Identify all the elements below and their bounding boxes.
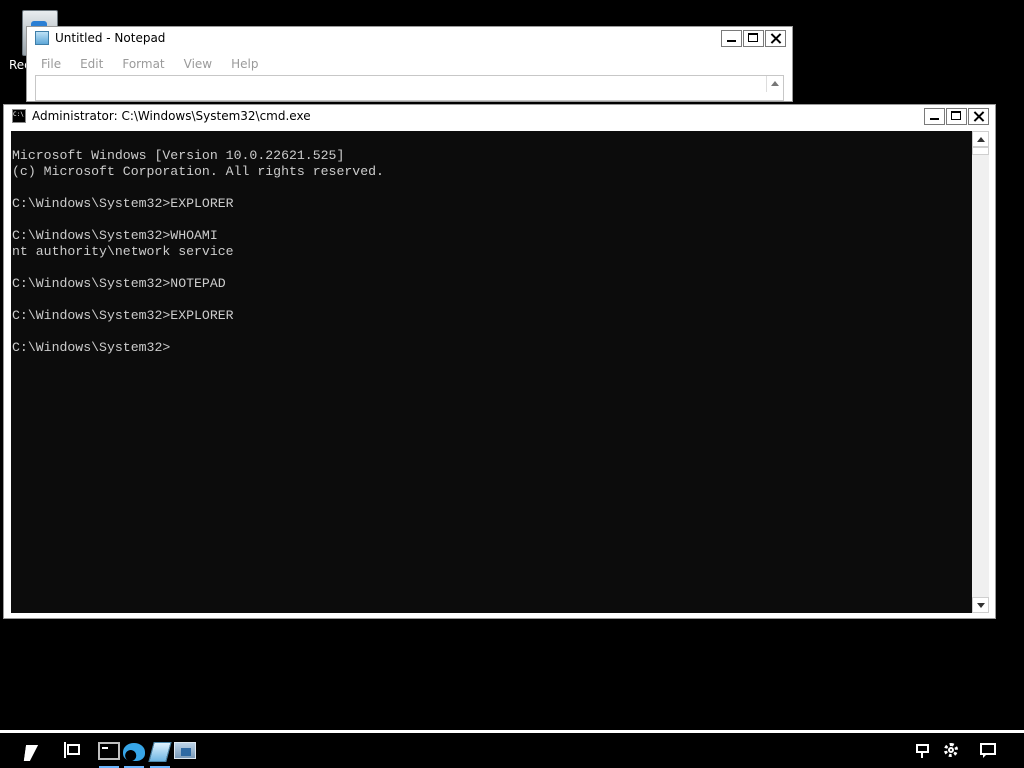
taskbar — [0, 730, 1024, 768]
notepad-window[interactable]: Untitled - Notepad File Edit Format View… — [26, 26, 793, 102]
console-line: (c) Microsoft Corporation. All rights re… — [12, 164, 384, 179]
taskbar-remote-desktop-icon[interactable] — [172, 739, 198, 765]
console-line: C:\Windows\System32>EXPLORER — [12, 196, 234, 211]
taskbar-edge-icon[interactable] — [121, 739, 147, 768]
menu-format[interactable]: Format — [122, 57, 164, 71]
cmd-window-icon — [12, 109, 26, 123]
notepad-menubar: File Edit Format View Help — [35, 57, 271, 71]
notepad-scroll-up-button[interactable] — [766, 76, 783, 92]
network-icon[interactable] — [914, 742, 932, 760]
cmd-close-button[interactable] — [968, 108, 989, 125]
console-line: C:\Windows\System32>WHOAMI — [12, 228, 218, 243]
menu-help[interactable]: Help — [231, 57, 258, 71]
notepad-icon — [35, 31, 49, 45]
console-line: C:\Windows\System32>NOTEPAD — [12, 276, 226, 291]
notepad-close-button[interactable] — [765, 30, 786, 47]
menu-edit[interactable]: Edit — [80, 57, 103, 71]
notepad-title: Untitled - Notepad — [55, 31, 166, 45]
task-view-icon[interactable] — [64, 742, 84, 758]
mouse-cursor-icon — [23, 745, 39, 761]
console-output[interactable]: Microsoft Windows [Version 10.0.22621.52… — [11, 131, 972, 613]
cmd-titlebar[interactable]: Administrator: C:\Windows\System32\cmd.e… — [4, 105, 995, 127]
cmd-title: Administrator: C:\Windows\System32\cmd.e… — [32, 109, 311, 123]
scroll-up-arrow-icon[interactable] — [972, 131, 989, 147]
notification-icon[interactable] — [979, 742, 999, 760]
notepad-titlebar[interactable]: Untitled - Notepad — [27, 27, 792, 49]
scroll-down-arrow-icon[interactable] — [972, 597, 989, 613]
cmd-maximize-button[interactable] — [946, 108, 967, 125]
console-prompt-line[interactable]: C:\Windows\System32> — [12, 340, 972, 356]
scroll-thumb[interactable] — [972, 147, 989, 155]
settings-gear-icon[interactable] — [942, 742, 962, 760]
console-line: C:\Windows\System32>EXPLORER — [12, 308, 234, 323]
taskbar-command-prompt-icon[interactable] — [96, 739, 122, 768]
cmd-minimize-button[interactable] — [924, 108, 945, 125]
console-line: nt authority\network service — [12, 244, 234, 259]
cmd-window[interactable]: Administrator: C:\Windows\System32\cmd.e… — [3, 104, 996, 619]
menu-view[interactable]: View — [184, 57, 212, 71]
cmd-vertical-scrollbar[interactable] — [972, 131, 989, 613]
console-line: Microsoft Windows [Version 10.0.22621.52… — [12, 148, 345, 163]
menu-file[interactable]: File — [41, 57, 61, 71]
notepad-maximize-button[interactable] — [743, 30, 764, 47]
notepad-minimize-button[interactable] — [721, 30, 742, 47]
taskbar-notepad-icon[interactable] — [147, 739, 173, 768]
notepad-text-area[interactable] — [35, 75, 784, 101]
